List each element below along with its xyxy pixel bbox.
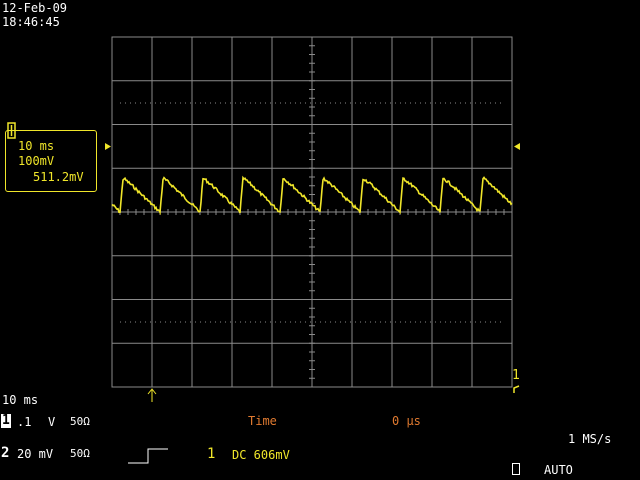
trigger-edge-icon [128, 448, 168, 464]
channel-1-number: 1 [1, 413, 11, 428]
scope-display[interactable] [0, 0, 640, 480]
channel-1-impedance: 50Ω [70, 415, 90, 428]
trace-end-marker-icon [513, 385, 520, 393]
sample-rate: 1 MS/s [568, 432, 612, 446]
channel-volts-per-div: 100mV [18, 154, 55, 168]
trace-number-label: 1 [512, 368, 520, 383]
left-level-marker-icon [105, 143, 111, 150]
trigger-mode[interactable]: AUTO [544, 463, 573, 477]
channel-1-volts: .1 [17, 415, 32, 429]
time-value[interactable]: 0 µs [392, 414, 421, 428]
trigger-status-indicator-icon [512, 463, 520, 475]
channel-2-volts: 20 mV [17, 447, 54, 461]
trigger-level[interactable]: DC 606mV [232, 448, 290, 462]
channel-offset: 511.2mV [33, 170, 84, 184]
channel-info-box[interactable]: 10 ms 100mV 511.2mV [5, 130, 97, 192]
channel-2-impedance: 50Ω [70, 447, 90, 460]
timebase-label: 10 ms [2, 393, 39, 407]
channel-timebase: 10 ms [18, 139, 55, 153]
channel-1-unit: V [48, 415, 56, 429]
trigger-position-arrow-icon [147, 388, 157, 402]
channel-2-number: 2 [1, 445, 10, 461]
time-label: Time [248, 414, 277, 428]
trigger-source: 1 [207, 446, 216, 462]
right-level-marker-icon [514, 143, 520, 150]
graticule [111, 36, 513, 388]
